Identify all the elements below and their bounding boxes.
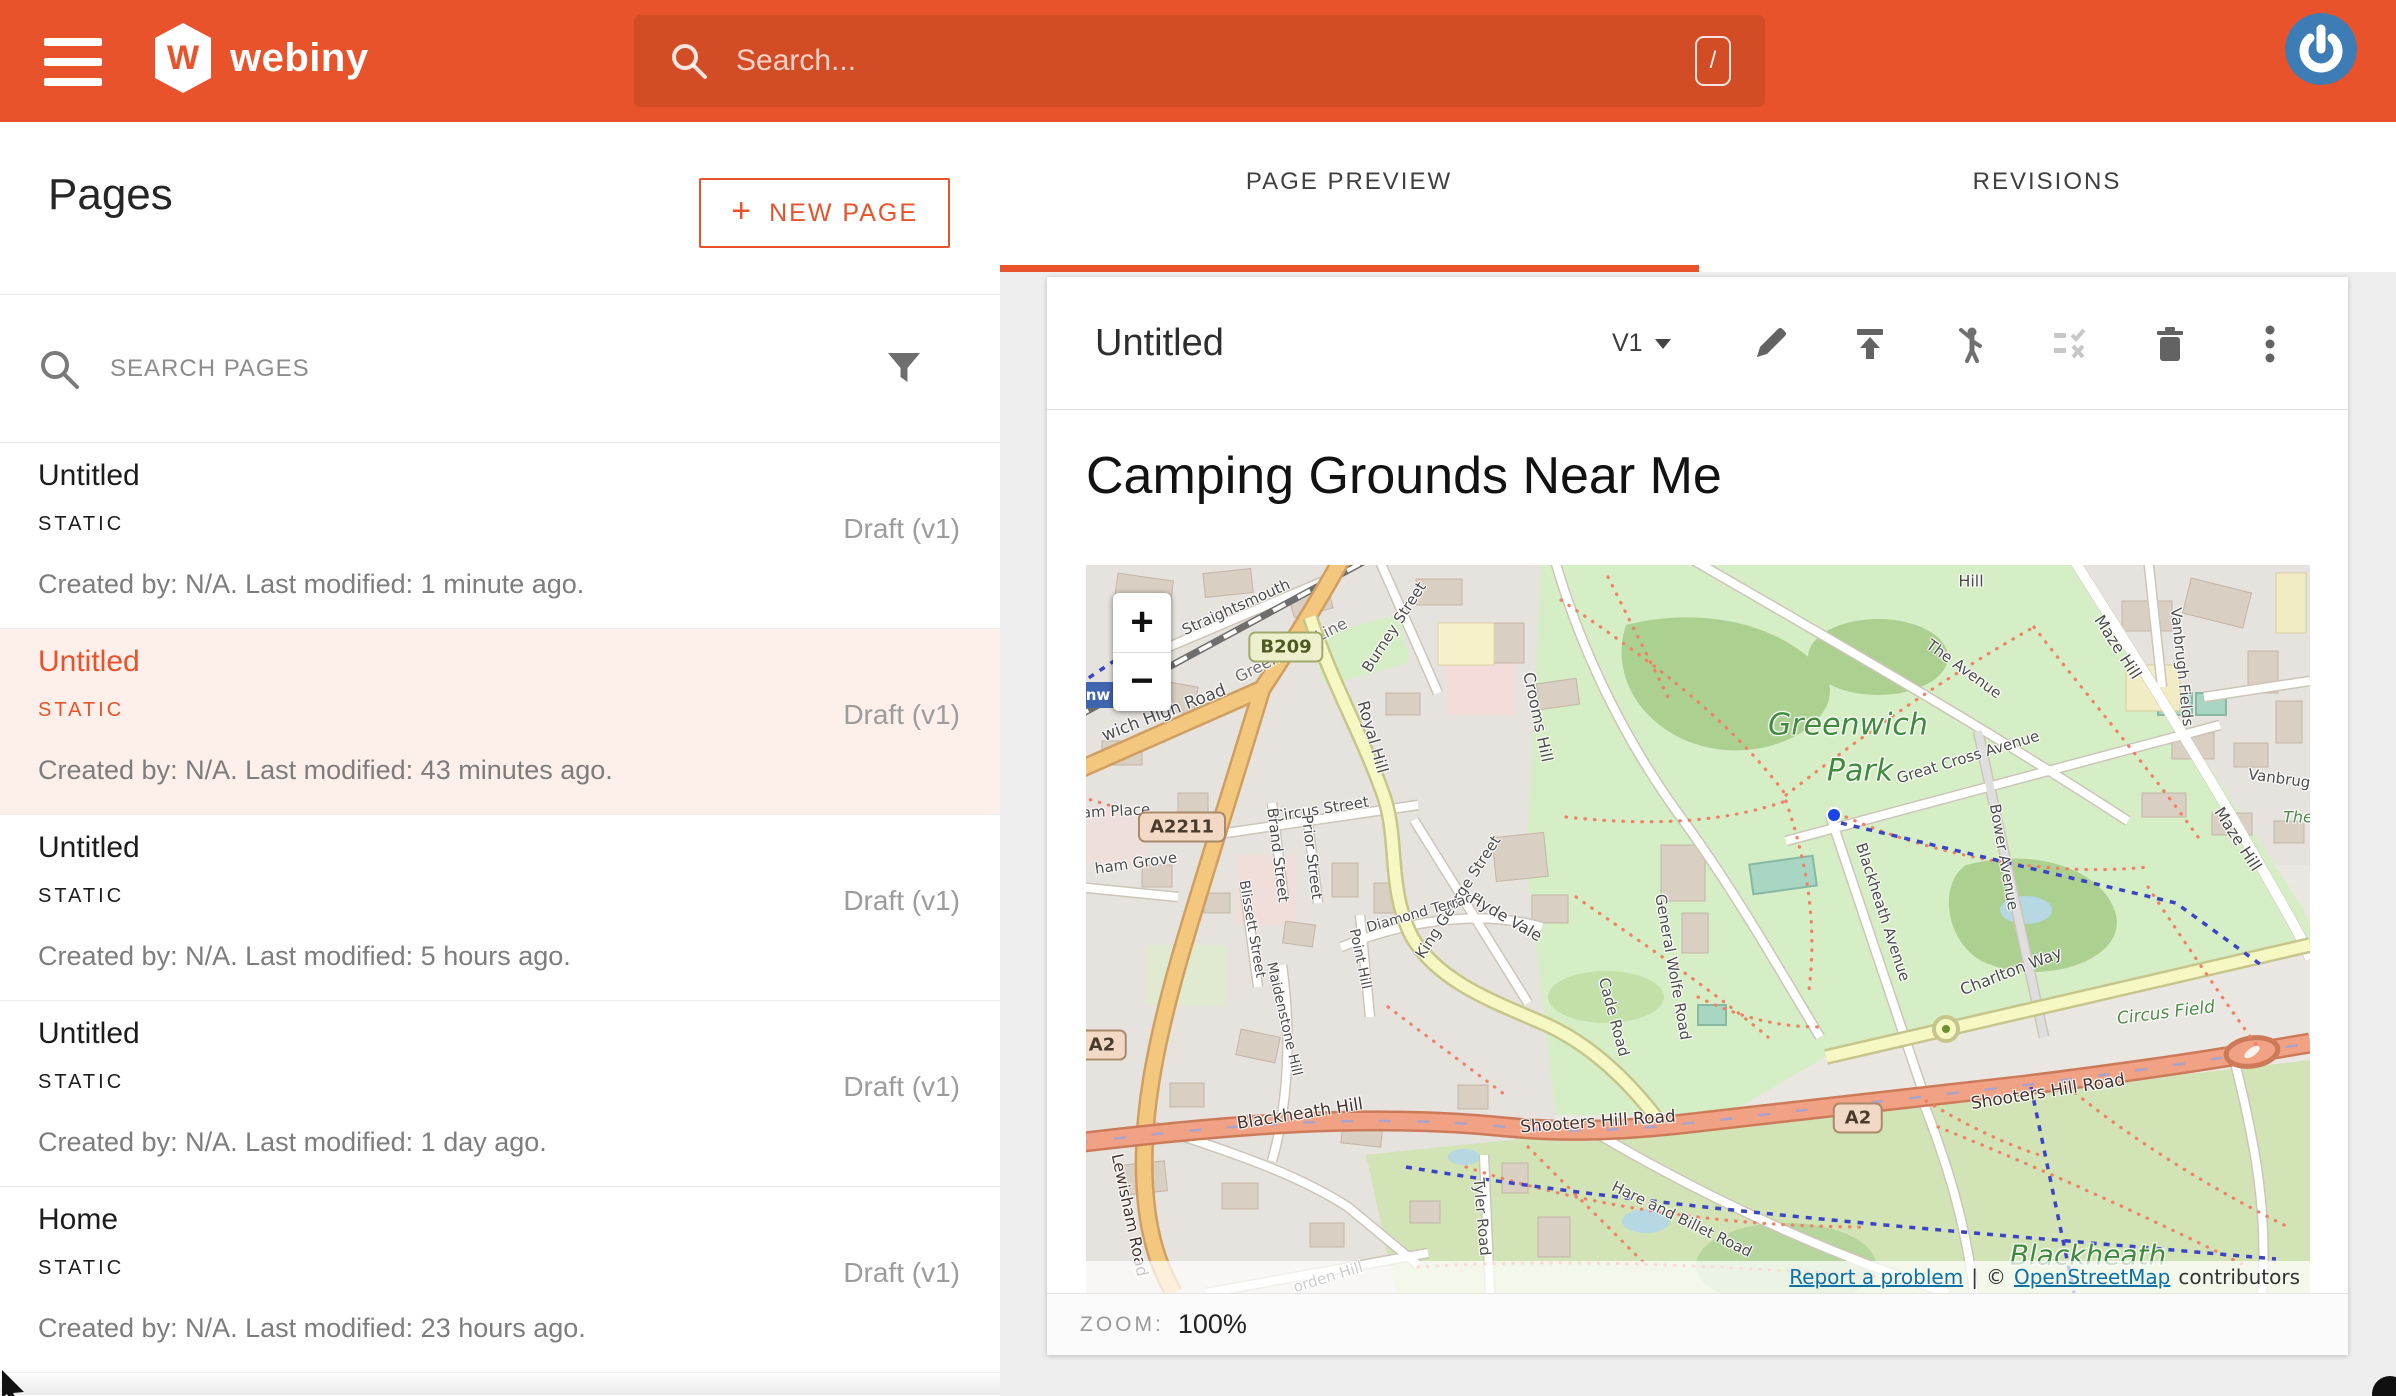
top-bar: W webiny /	[0, 0, 2396, 122]
publish-page-button[interactable]	[1848, 322, 1892, 366]
attribution-separator: |	[1971, 1265, 1978, 1289]
table-row[interactable]: Untitled STATIC Draft (v1) Created by: N…	[0, 815, 1000, 1001]
app-root: W webiny / Pages +	[0, 0, 2396, 1396]
zoom-label: ZOOM:	[1080, 1313, 1164, 1337]
table-row[interactable]: Untitled STATIC Draft (v1) Created by: N…	[0, 1001, 1000, 1187]
details-tabs: PAGE PREVIEW REVISIONS	[1000, 122, 2396, 272]
tab-revisions[interactable]: REVISIONS	[1698, 122, 2396, 272]
page-row-type: STATIC	[38, 1071, 124, 1094]
hamburger-menu-icon[interactable]	[44, 38, 102, 86]
pages-header: Pages + NEW PAGE	[0, 122, 1000, 295]
page-title: Pages	[48, 170, 173, 220]
preview-zoom-bar: ZOOM: 100%	[1047, 1293, 2348, 1355]
zoom-out-button[interactable]: −	[1113, 653, 1171, 712]
person-raising-arm-icon	[1951, 325, 1989, 363]
search-icon	[668, 40, 710, 82]
page-row-title: Untitled	[38, 831, 140, 865]
contributors-text: contributors	[2178, 1265, 2300, 1289]
tab-page-preview[interactable]: PAGE PREVIEW	[1000, 122, 1698, 272]
logo-text: webiny	[230, 36, 369, 81]
page-row-type: STATIC	[38, 699, 124, 722]
openstreetmap-embed[interactable]: StraightsmouthGreenwich LineBurney Stree…	[1086, 565, 2310, 1293]
map-canvas	[1086, 565, 2310, 1293]
map-attribution: Report a problem | © OpenStreetMap contr…	[1086, 1261, 2310, 1293]
search-pages-row	[0, 295, 1000, 443]
requested-changes-button[interactable]	[2048, 322, 2092, 366]
page-row-type: STATIC	[38, 885, 124, 908]
request-review-button[interactable]	[1948, 322, 1992, 366]
openstreetmap-link[interactable]: OpenStreetMap	[2014, 1265, 2170, 1289]
status-badge: Draft (v1)	[843, 1257, 960, 1289]
status-badge: Draft (v1)	[843, 513, 960, 545]
pages-list-panel: Pages + NEW PAGE Untitled STATIC	[0, 122, 1000, 1396]
version-dropdown[interactable]: V1	[1612, 277, 1671, 410]
rendered-page-heading: Camping Grounds Near Me	[1086, 446, 1722, 506]
page-row-meta: Created by: N/A. Last modified: 1 day ag…	[38, 1127, 547, 1158]
plus-icon: +	[731, 192, 753, 231]
status-badge: Draft (v1)	[843, 1071, 960, 1103]
list-check-x-icon	[2050, 325, 2090, 363]
page-row-meta: Created by: N/A. Last modified: 5 hours …	[38, 941, 571, 972]
more-options-button[interactable]	[2248, 322, 2292, 366]
search-pages-input[interactable]	[110, 355, 864, 383]
search-icon	[36, 346, 82, 392]
page-row-title: Untitled	[38, 645, 140, 679]
page-row-title: Untitled	[38, 459, 140, 493]
kebab-menu-icon	[2264, 324, 2276, 364]
user-avatar[interactable]	[2285, 13, 2357, 85]
zoom-value: 100%	[1178, 1309, 1247, 1340]
new-page-button[interactable]: + NEW PAGE	[699, 178, 950, 248]
page-row-meta: Created by: N/A. Last modified: 1 minute…	[38, 569, 584, 600]
webiny-logo[interactable]: W webiny	[152, 22, 369, 94]
page-row-meta: Created by: N/A. Last modified: 23 hours…	[38, 1313, 586, 1344]
webiny-shield-icon: W	[152, 22, 214, 94]
zoom-in-button[interactable]: +	[1113, 593, 1171, 653]
page-details-panel: PAGE PREVIEW REVISIONS Untitled V1	[1000, 122, 2396, 1396]
table-row[interactable]: Untitled STATIC Draft (v1) Created by: N…	[0, 443, 1000, 629]
page-row-title: Home	[38, 1203, 118, 1237]
report-problem-link[interactable]: Report a problem	[1789, 1265, 1963, 1289]
page-row-type: STATIC	[38, 1257, 124, 1280]
page-preview-card: Untitled V1	[1047, 277, 2348, 1355]
svg-text:W: W	[167, 39, 200, 77]
publish-icon	[1851, 325, 1889, 363]
active-tab-indicator	[1000, 265, 1699, 272]
map-zoom-control: + −	[1113, 593, 1171, 711]
page-action-icons	[1748, 277, 2292, 410]
delete-page-button[interactable]	[2148, 322, 2192, 366]
status-badge: Draft (v1)	[843, 885, 960, 917]
table-row[interactable]: Home STATIC Draft (v1) Created by: N/A. …	[0, 1187, 1000, 1373]
mouse-cursor	[0, 1368, 30, 1396]
preview-content-area: Untitled V1	[1000, 272, 2396, 1396]
chevron-down-icon	[1655, 339, 1671, 349]
global-search-bar: /	[634, 15, 1765, 107]
list-overflow-row	[0, 1373, 1000, 1395]
filter-icon[interactable]	[884, 350, 924, 388]
page-row-meta: Created by: N/A. Last modified: 43 minut…	[38, 755, 613, 786]
global-search-input[interactable]	[736, 44, 1695, 78]
preview-page-title: Untitled	[1095, 277, 1224, 410]
table-row-selected[interactable]: Untitled STATIC Draft (v1) Created by: N…	[0, 629, 1000, 815]
copyright-symbol: ©	[1986, 1265, 2006, 1289]
slash-shortcut-key: /	[1695, 36, 1731, 86]
status-badge: Draft (v1)	[843, 699, 960, 731]
pencil-icon	[1751, 325, 1789, 363]
page-row-type: STATIC	[38, 513, 124, 536]
main-layout: Pages + NEW PAGE Untitled STATIC	[0, 122, 2396, 1396]
edit-page-button[interactable]	[1748, 322, 1792, 366]
trash-icon	[2153, 325, 2187, 363]
page-row-title: Untitled	[38, 1017, 140, 1051]
preview-card-header: Untitled V1	[1047, 277, 2348, 410]
